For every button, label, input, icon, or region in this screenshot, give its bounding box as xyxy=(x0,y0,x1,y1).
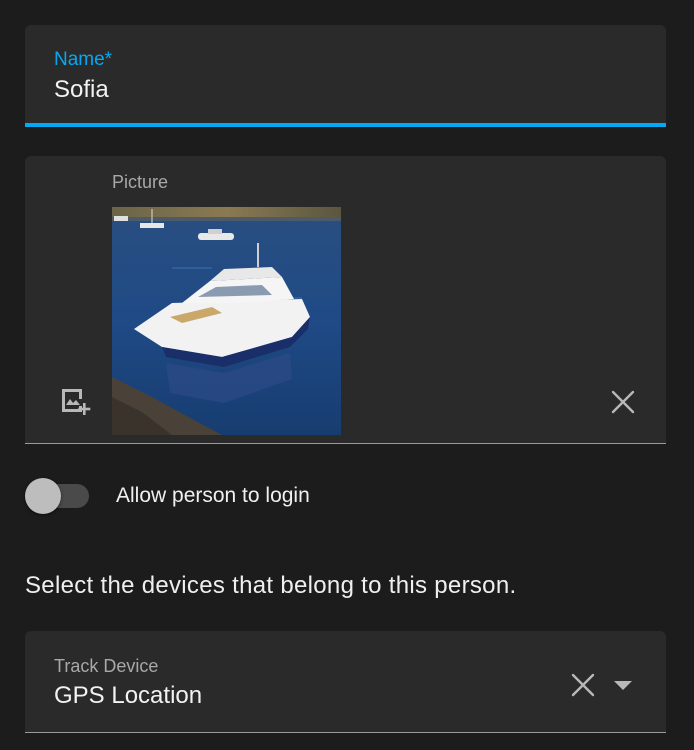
person-editor: Name* Sofia Picture Allow person to logi… xyxy=(0,0,694,750)
close-icon[interactable] xyxy=(569,671,597,699)
login-toggle-label: Allow person to login xyxy=(116,484,310,507)
track-device-label: Track Device xyxy=(54,656,159,676)
add-photo-icon[interactable] xyxy=(60,385,92,417)
name-field-label: Name* xyxy=(54,49,113,70)
login-toggle[interactable] xyxy=(25,478,91,514)
caret-down-icon[interactable] xyxy=(611,671,635,699)
close-icon[interactable] xyxy=(609,388,637,416)
picture-field: Picture xyxy=(25,156,666,444)
devices-heading: Select the devices that belong to this p… xyxy=(25,572,517,599)
name-field[interactable]: Name* Sofia xyxy=(25,25,666,127)
track-device-value: GPS Location xyxy=(54,682,203,709)
picture-label: Picture xyxy=(112,172,169,192)
name-input[interactable]: Sofia xyxy=(54,76,109,104)
toggle-thumb xyxy=(25,478,61,514)
track-device-select[interactable]: Track Device GPS Location xyxy=(25,631,666,733)
picture-thumbnail[interactable] xyxy=(112,207,341,435)
